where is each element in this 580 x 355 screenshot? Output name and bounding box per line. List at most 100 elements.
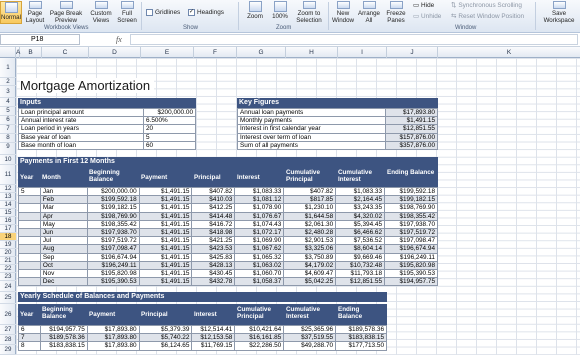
table-cell[interactable]: $5,394.45 [335, 219, 386, 230]
row-header[interactable]: 16 [0, 217, 16, 225]
table-cell[interactable]: $11,793.18 [335, 269, 386, 279]
select-all-corner[interactable] [0, 47, 16, 58]
table-cell[interactable]: $1,060.70 [234, 269, 285, 279]
table-cell[interactable] [18, 195, 41, 205]
table-cell[interactable] [18, 277, 41, 287]
table-cell[interactable]: $189,578.36 [335, 324, 387, 335]
table-cell[interactable]: $25,365.96 [283, 324, 337, 335]
column-header[interactable]: E [141, 47, 194, 58]
table-cell[interactable]: $3,325.06 [283, 244, 337, 254]
table-cell[interactable]: 5 [18, 186, 41, 197]
table-cell[interactable]: $195,390.53 [86, 277, 140, 287]
table-cell[interactable]: $17,893.80 [86, 341, 140, 351]
row-header[interactable]: 5 [0, 107, 16, 116]
table-cell[interactable]: Mar [39, 203, 88, 213]
table-cell[interactable]: $1,230.10 [283, 203, 337, 213]
table-cell[interactable]: $2,164.45 [335, 195, 386, 205]
table-cell[interactable]: $1,067.62 [234, 244, 285, 254]
table-cell[interactable]: $423.53 [191, 244, 236, 254]
headings-checkbox[interactable]: ✓ Headings [188, 9, 224, 16]
table-cell[interactable] [18, 236, 41, 246]
row-header[interactable]: 9 [0, 143, 16, 155]
table-cell[interactable]: Apr [39, 211, 88, 221]
table-cell[interactable]: $2,901.53 [283, 236, 337, 246]
row-header-selected[interactable]: 18 [0, 233, 16, 241]
table-cell[interactable]: $428.13 [191, 260, 236, 271]
table-cell[interactable]: $8,604.14 [335, 244, 386, 254]
table-cell[interactable]: $1,491.15 [138, 252, 193, 262]
table-cell[interactable]: $49,288.70 [283, 341, 337, 351]
row-header[interactable]: 17 [0, 225, 16, 233]
normal-view-button[interactable]: Normal [0, 1, 22, 24]
table-cell[interactable]: $12,153.58 [191, 333, 236, 343]
input-value[interactable]: 60 [143, 140, 196, 151]
table-cell[interactable]: $1,076.67 [234, 211, 285, 221]
table-cell[interactable] [18, 228, 41, 238]
table-cell[interactable]: $200,000.00 [86, 186, 140, 197]
table-cell[interactable]: Jun [39, 228, 88, 238]
table-cell[interactable] [18, 244, 41, 254]
table-cell[interactable]: $189,578.36 [39, 333, 88, 343]
table-cell[interactable]: $198,769.90 [384, 203, 438, 213]
table-cell[interactable]: $37,519.55 [283, 333, 337, 343]
table-cell[interactable]: $407.82 [283, 186, 337, 197]
table-cell[interactable]: $197,519.72 [384, 228, 438, 238]
zoom-to-selection-button[interactable]: Zoom to Selection [294, 1, 324, 24]
input-value[interactable]: $200,000.00 [143, 107, 196, 118]
table-cell[interactable]: $197,519.72 [86, 236, 140, 246]
unhide-button[interactable]: ▭ Unhide [413, 12, 441, 21]
table-cell[interactable]: $4,609.47 [283, 269, 337, 279]
row-header[interactable]: 28 [0, 335, 16, 345]
table-cell[interactable] [18, 219, 41, 230]
table-cell[interactable]: Nov [39, 269, 88, 279]
column-header[interactable]: F [194, 47, 237, 58]
table-cell[interactable]: $1,058.37 [234, 277, 285, 287]
row-header[interactable]: 6 [0, 116, 16, 125]
zoom-button[interactable]: Zoom [244, 1, 266, 24]
table-cell[interactable]: $9,669.46 [335, 252, 386, 262]
table-cell[interactable]: $1,491.15 [138, 269, 193, 279]
table-cell[interactable]: Oct [39, 260, 88, 271]
table-cell[interactable]: $5,042.25 [283, 277, 337, 287]
table-cell[interactable]: $183,838.15 [335, 333, 387, 343]
table-cell[interactable]: $1,063.02 [234, 260, 285, 271]
table-cell[interactable]: $1,083.33 [335, 186, 386, 197]
table-cell[interactable]: $1,072.17 [234, 228, 285, 238]
table-cell[interactable]: $194,957.75 [39, 324, 88, 335]
table-cell[interactable]: $197,098.47 [384, 236, 438, 246]
table-cell[interactable]: $5,379.39 [138, 324, 193, 335]
table-cell[interactable]: $22,286.50 [234, 341, 285, 351]
input-value[interactable]: 20 [143, 124, 196, 134]
row-header[interactable]: 27 [0, 325, 16, 335]
table-cell[interactable]: $197,938.70 [86, 228, 140, 238]
column-header[interactable]: J [387, 47, 438, 58]
formula-input[interactable] [130, 34, 578, 45]
table-cell[interactable]: $1,491.15 [138, 195, 193, 205]
table-cell[interactable] [18, 211, 41, 221]
table-cell[interactable]: $425.83 [191, 252, 236, 262]
table-cell[interactable]: $10,732.48 [335, 260, 386, 271]
row-header[interactable]: 1 [0, 58, 16, 78]
hide-button[interactable]: ▭ Hide [413, 1, 434, 10]
table-cell[interactable]: $1,491.15 [138, 260, 193, 271]
table-cell[interactable]: Jan [39, 186, 88, 197]
row-header[interactable]: 2 [0, 78, 16, 86]
table-cell[interactable]: $5,740.22 [138, 333, 193, 343]
full-screen-button[interactable]: Full Screen [116, 1, 138, 24]
reset-window-position-button[interactable]: ⇆ Reset Window Position [451, 12, 524, 21]
table-cell[interactable]: $4,179.02 [283, 260, 337, 271]
table-cell[interactable]: $1,644.58 [283, 211, 337, 221]
table-cell[interactable]: $196,674.94 [384, 244, 438, 254]
table-cell[interactable]: $198,355.42 [86, 219, 140, 230]
table-cell[interactable]: May [39, 219, 88, 230]
table-cell[interactable]: $16,161.85 [234, 333, 285, 343]
table-cell[interactable]: Feb [39, 195, 88, 205]
table-cell[interactable]: $196,674.94 [86, 252, 140, 262]
table-cell[interactable]: $1,491.15 [138, 244, 193, 254]
gridlines-checkbox[interactable]: Gridlines [146, 9, 180, 16]
input-value[interactable]: 5 [143, 132, 196, 142]
row-header[interactable]: 15 [0, 209, 16, 217]
row-header[interactable]: 25 [0, 292, 16, 304]
page-layout-button[interactable]: Page Layout [24, 1, 46, 24]
custom-views-button[interactable]: Custom Views [88, 1, 114, 24]
